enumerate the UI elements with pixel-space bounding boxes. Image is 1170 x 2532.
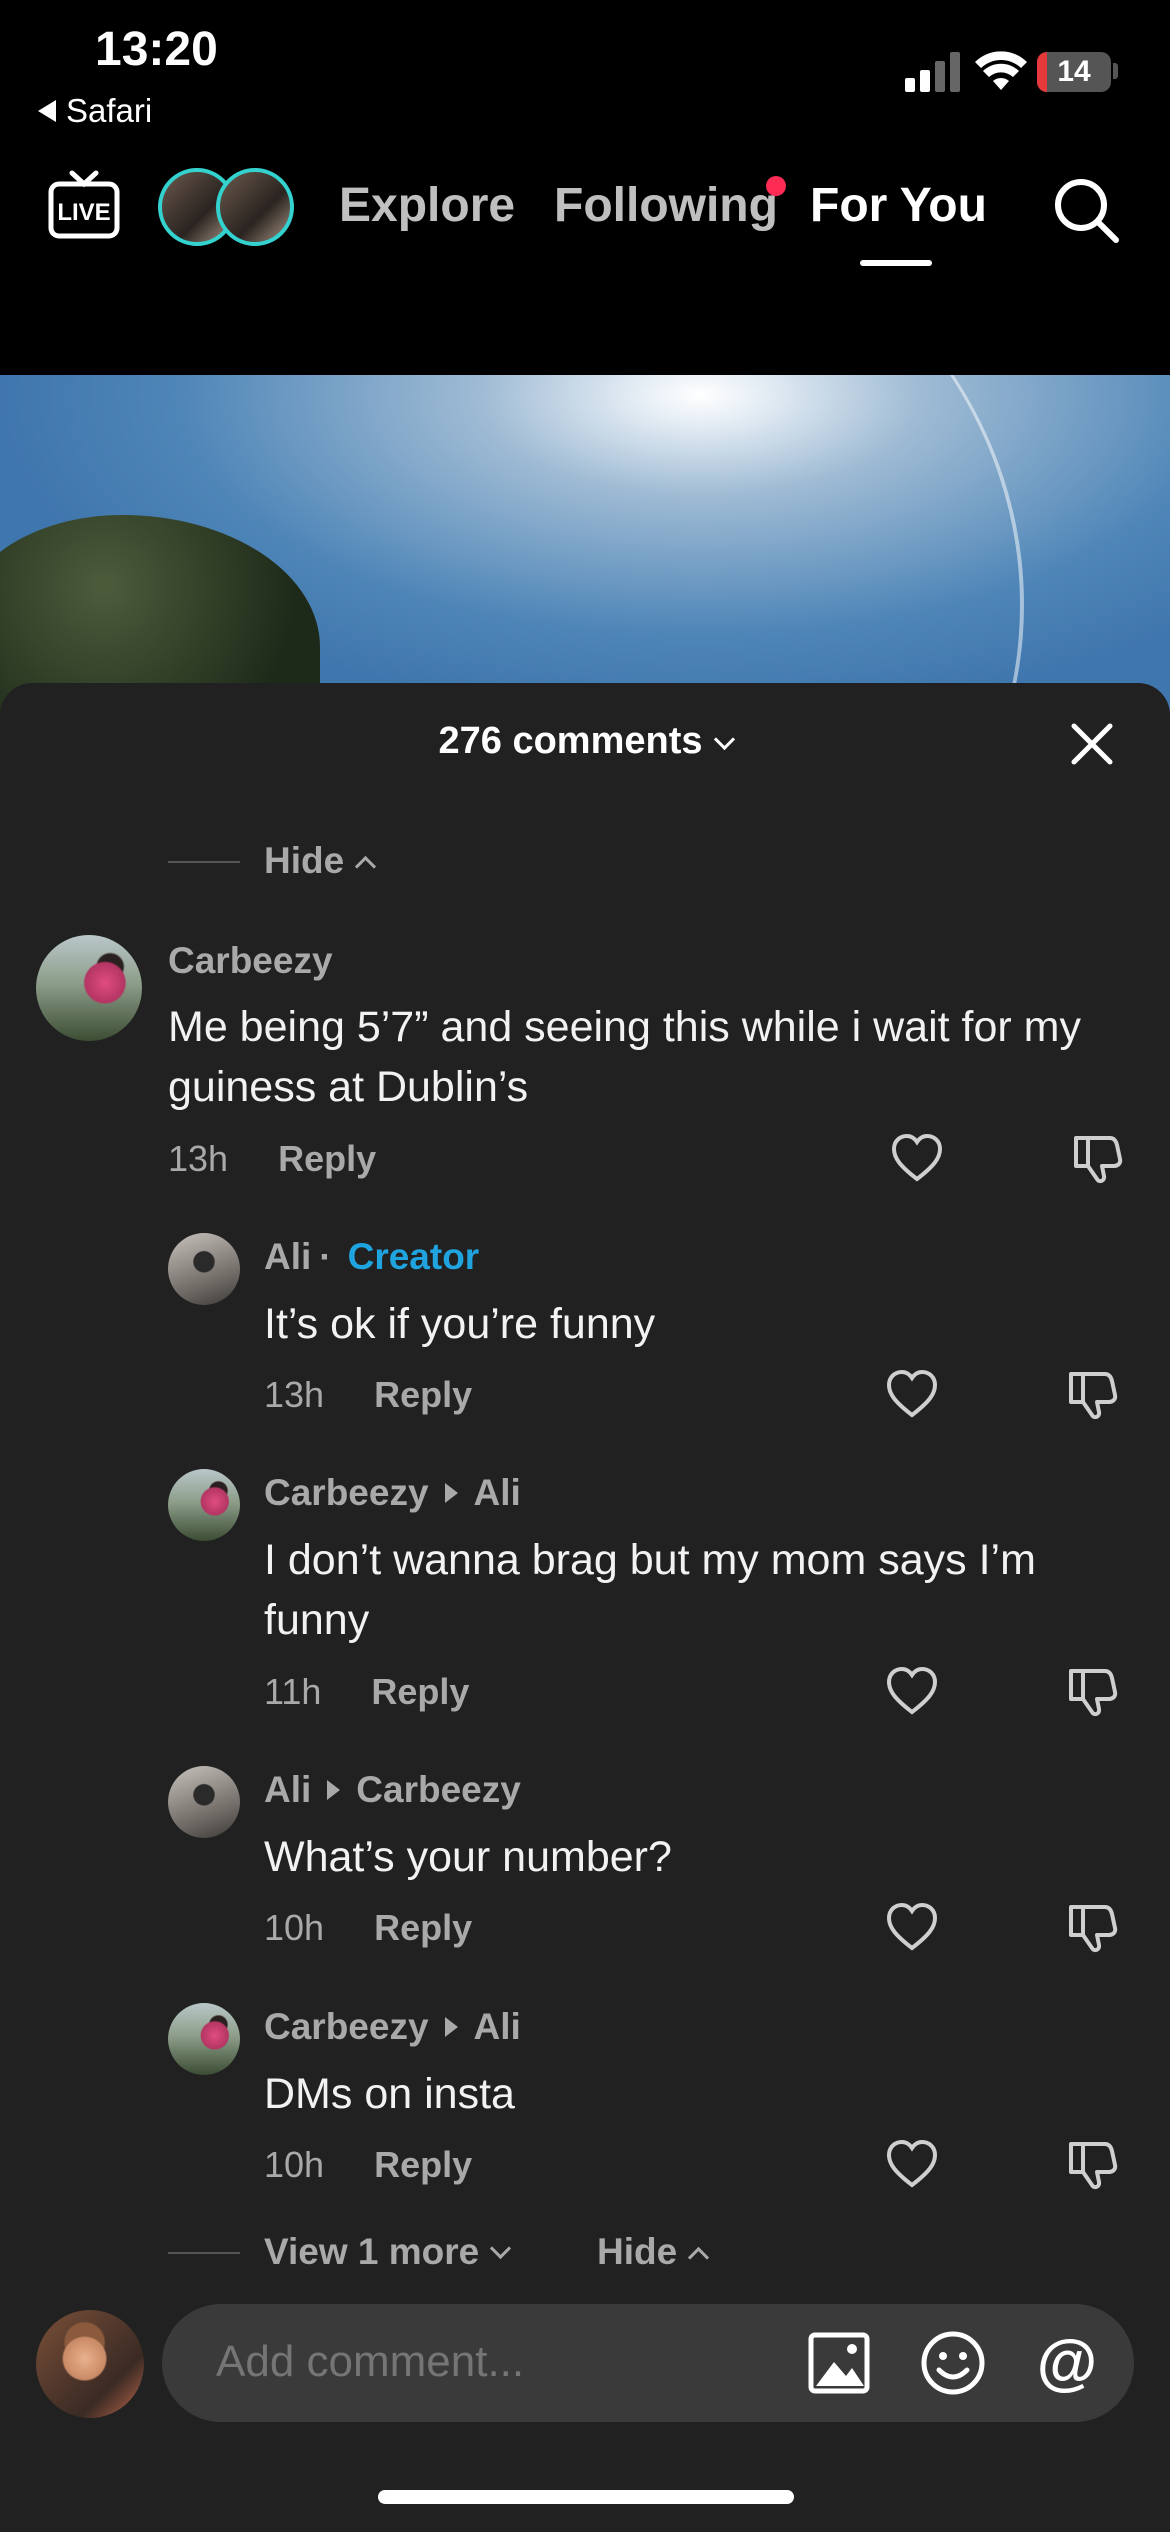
avatar[interactable] <box>168 1766 240 1838</box>
hide-replies-top[interactable]: Hide <box>264 840 377 882</box>
tab-for-you[interactable]: For You <box>810 178 987 233</box>
reply-username[interactable]: Ali <box>264 1236 311 1278</box>
reply-username[interactable]: Carbeezy <box>264 2006 429 2048</box>
reply-header: Ali Carbeezy <box>264 1769 521 1811</box>
video-preview[interactable] <box>0 375 1170 715</box>
reply-to-username[interactable]: Ali <box>474 2006 521 2048</box>
following-avatars[interactable] <box>158 168 294 246</box>
avatar[interactable] <box>168 1469 240 1541</box>
reply-meta: 10h Reply <box>264 1907 472 1949</box>
hide-label: Hide <box>264 840 345 881</box>
creator-badge: Creator <box>347 1236 480 1277</box>
reply-header: Carbeezy Ali <box>264 2006 521 2048</box>
reply-button[interactable]: Reply <box>374 2144 472 2186</box>
hide-label: Hide <box>597 2231 678 2272</box>
reply-text: What’s your number? <box>264 1833 672 1881</box>
reply-to-arrow-icon <box>444 2017 458 2037</box>
back-arrow-icon <box>38 100 56 122</box>
comment-time: 13h <box>168 1138 229 1179</box>
tab-following[interactable]: Following <box>554 178 778 233</box>
reply-button[interactable]: Reply <box>374 1907 472 1949</box>
wifi-icon <box>975 51 1027 90</box>
reply-to-arrow-icon <box>444 1483 458 1503</box>
reply-text: I don’t wanna brag but my mom says I’m f… <box>264 1536 1036 1644</box>
thread-line <box>168 2252 240 2254</box>
comment-text: Me being 5’7” and seeing this while i wa… <box>168 1003 1081 1111</box>
avatar[interactable] <box>168 2003 240 2075</box>
search-icon[interactable] <box>1052 176 1120 244</box>
my-avatar[interactable] <box>36 2310 144 2418</box>
reply-time: 10h <box>264 1907 325 1948</box>
view-more-replies[interactable]: View 1 more <box>264 2231 512 2273</box>
battery-indicator: 14 <box>1037 52 1111 92</box>
close-icon[interactable] <box>1070 722 1114 766</box>
chevron-down-icon <box>490 2237 512 2259</box>
reply-header: Carbeezy Ali <box>264 1472 521 1514</box>
comments-count-title[interactable]: 276 comments <box>0 720 1170 763</box>
dislike-icon[interactable] <box>1065 1665 1119 1719</box>
reply-time: 11h <box>264 1671 322 1712</box>
following-notification-dot <box>766 176 786 196</box>
hide-replies-bottom[interactable]: Hide <box>597 2231 710 2273</box>
reply-text: It’s ok if you’re funny <box>264 1300 656 1348</box>
image-icon[interactable] <box>808 2332 870 2394</box>
battery-percent: 14 <box>1057 55 1091 88</box>
tab-explore[interactable]: Explore <box>339 178 515 233</box>
reply-meta: 11h Reply <box>264 1671 469 1713</box>
reply-to-username[interactable]: Carbeezy <box>356 1769 521 1811</box>
reply-header: Ali · Creator <box>264 1236 479 1278</box>
view-more-label: View 1 more <box>264 2231 480 2272</box>
mention-icon[interactable]: @ <box>1034 2330 1100 2396</box>
live-icon[interactable]: LIVE <box>48 170 120 242</box>
heart-icon[interactable] <box>890 1132 944 1186</box>
reply-time: 13h <box>264 1374 325 1415</box>
comment-meta: 13h Reply <box>168 1138 376 1180</box>
reply-button[interactable]: Reply <box>371 1671 469 1713</box>
heart-icon[interactable] <box>885 1665 939 1719</box>
add-comment-input[interactable] <box>214 2336 778 2388</box>
battery-tip <box>1113 63 1118 79</box>
chevron-down-icon <box>713 728 735 751</box>
reply-username[interactable]: Ali <box>264 1769 311 1811</box>
live-label: LIVE <box>57 199 110 226</box>
dislike-icon[interactable] <box>1065 1368 1119 1422</box>
reply-text: DMs on insta <box>264 2070 515 2118</box>
avatar[interactable] <box>36 935 142 1041</box>
active-tab-indicator <box>860 260 932 266</box>
separator-dot: · <box>319 1236 332 1277</box>
chevron-up-icon <box>688 2246 710 2268</box>
reply-button[interactable]: Reply <box>374 1374 472 1416</box>
cellular-signal-icon <box>905 52 960 92</box>
emoji-icon[interactable] <box>920 2330 986 2396</box>
comment-username[interactable]: Carbeezy <box>168 940 333 982</box>
dislike-icon[interactable] <box>1070 1132 1124 1186</box>
heart-icon[interactable] <box>885 1901 939 1955</box>
home-indicator[interactable] <box>378 2490 794 2504</box>
reply-to-arrow-icon <box>327 1780 341 1800</box>
chevron-up-icon <box>355 855 377 877</box>
reply-meta: 10h Reply <box>264 2144 472 2186</box>
dislike-icon[interactable] <box>1065 2138 1119 2192</box>
heart-icon[interactable] <box>885 1368 939 1422</box>
reply-meta: 13h Reply <box>264 1374 472 1416</box>
dislike-icon[interactable] <box>1065 1901 1119 1955</box>
back-app-label: Safari <box>66 92 153 129</box>
thread-line <box>168 861 240 863</box>
comments-count-label: 276 comments <box>438 720 703 762</box>
reply-button[interactable]: Reply <box>278 1138 376 1180</box>
reply-to-username[interactable]: Ali <box>474 1472 521 1514</box>
status-time: 13:20 <box>95 23 218 76</box>
avatar[interactable] <box>168 1233 240 1305</box>
heart-icon[interactable] <box>885 2138 939 2192</box>
back-to-safari[interactable]: Safari <box>38 92 152 130</box>
reply-time: 10h <box>264 2144 325 2185</box>
reply-username[interactable]: Carbeezy <box>264 1472 429 1514</box>
following-avatar-2 <box>216 168 294 246</box>
